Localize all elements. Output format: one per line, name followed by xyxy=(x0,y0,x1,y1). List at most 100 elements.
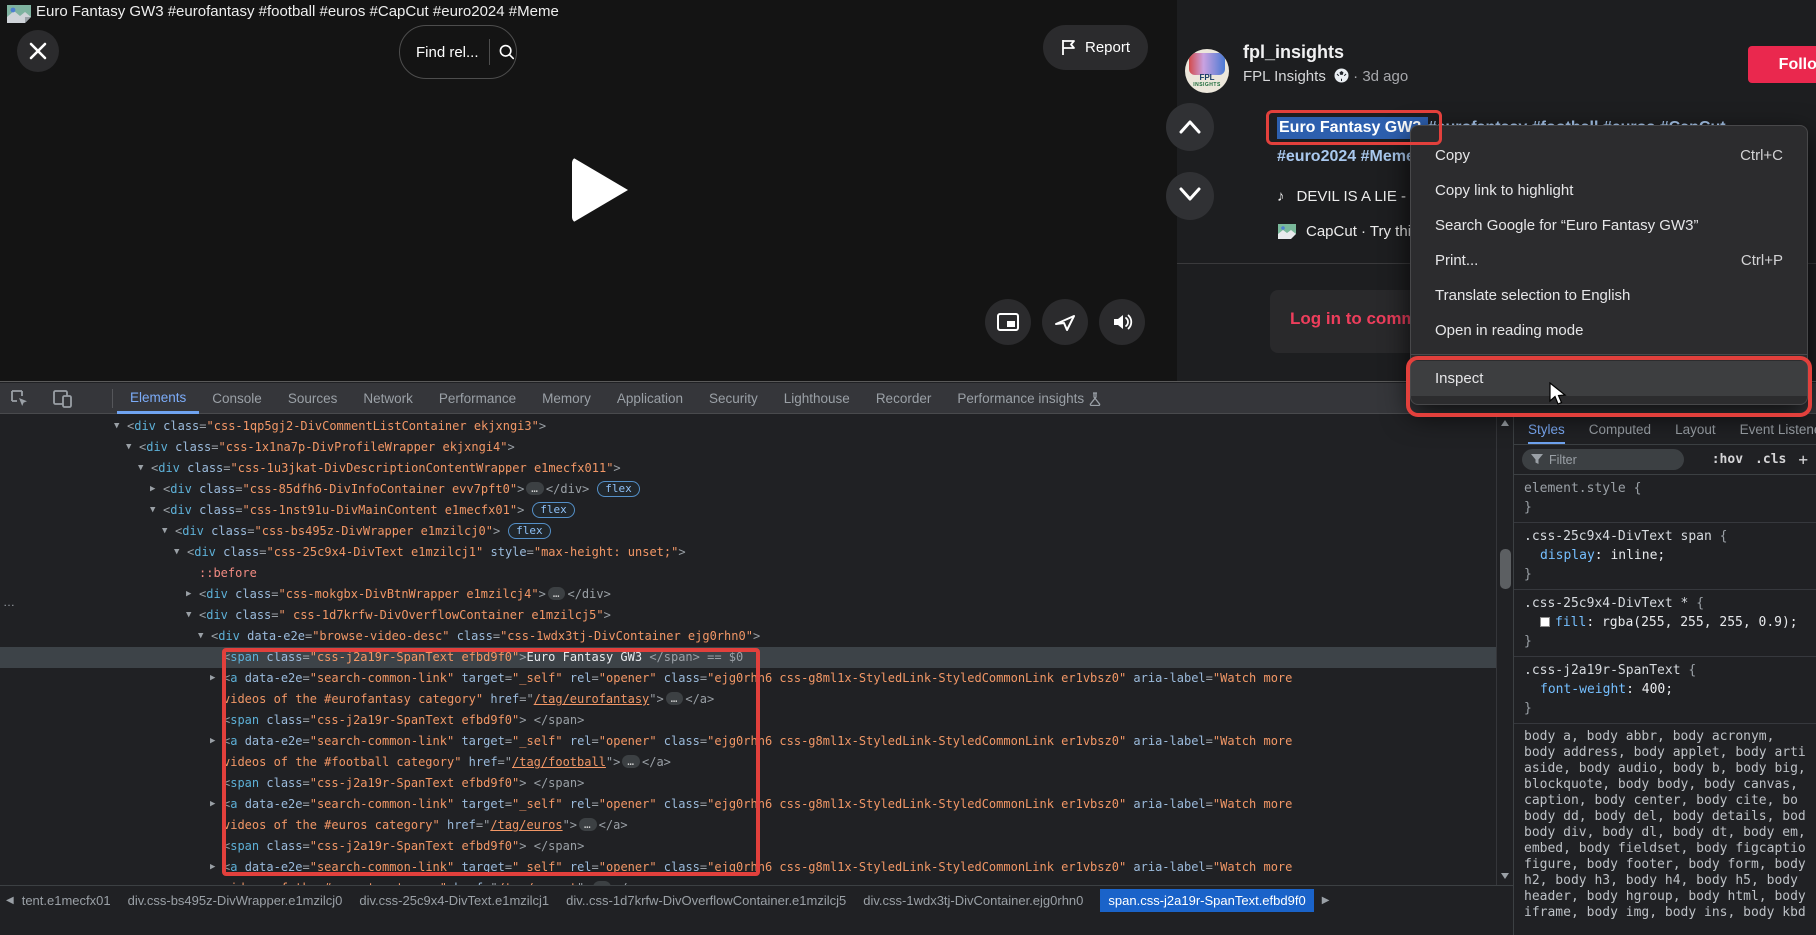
flex-badge[interactable]: flex xyxy=(508,523,551,539)
dom-row[interactable]: ▶<a data-e2e="search-common-link" target… xyxy=(0,668,1513,689)
expand-arrow-icon[interactable]: ▶ xyxy=(210,794,215,815)
dom-row[interactable]: ▶<div class="css-mokgbx-DivBtnWrapper e1… xyxy=(0,584,1513,605)
dom-tree[interactable]: ▼<div class="css-1qp5gj2-DivCommentListC… xyxy=(0,414,1513,885)
row-overflow-ellipsis[interactable]: … xyxy=(3,595,16,609)
color-swatch[interactable] xyxy=(1540,617,1550,627)
styles-filter-input[interactable]: Filter xyxy=(1522,449,1684,470)
find-related-search[interactable]: Find rel... xyxy=(399,25,517,79)
dom-row[interactable]: ::before xyxy=(0,563,1513,584)
flex-badge[interactable]: flex xyxy=(532,502,575,518)
follow-button[interactable]: Follow xyxy=(1748,46,1816,83)
scrollbar-thumb[interactable] xyxy=(1500,549,1511,589)
dom-row[interactable]: ▼<div data-e2e="browse-video-desc" class… xyxy=(0,626,1513,647)
scroll-up-arrow-icon[interactable] xyxy=(1501,420,1509,426)
theater-mode-button[interactable] xyxy=(1042,299,1088,345)
breadcrumb-item[interactable]: div.css-1wdx3tj-DivContainer.ejg0rhn0 xyxy=(863,893,1083,908)
report-button[interactable]: Report xyxy=(1043,25,1148,70)
collapse-arrow-icon[interactable]: ▼ xyxy=(174,542,179,563)
tab-network[interactable]: Network xyxy=(350,383,426,414)
music-row[interactable]: ♪DEVIL IS A LIE - xyxy=(1277,188,1406,205)
flex-badge[interactable]: flex xyxy=(597,481,640,497)
dom-row[interactable]: ▼<div class="css-1u3jkat-DivDescriptionC… xyxy=(0,458,1513,479)
dom-row[interactable]: videos of the #eurofantasy category" hre… xyxy=(0,689,1513,710)
tab-application[interactable]: Application xyxy=(604,383,696,414)
dom-row[interactable]: ▶<a data-e2e="search-common-link" target… xyxy=(0,794,1513,815)
context-menu-item-translate-selection-to-english[interactable]: Translate selection to English xyxy=(1411,278,1807,313)
collapsed-content-ellipsis[interactable]: … xyxy=(622,755,640,768)
context-menu-item-print[interactable]: Print...Ctrl+P xyxy=(1411,243,1807,278)
inspect-element-icon[interactable] xyxy=(10,389,30,409)
tab-memory[interactable]: Memory xyxy=(529,383,604,414)
expand-arrow-icon[interactable]: ▶ xyxy=(210,731,215,752)
context-menu-item-copy-link-to-highlight[interactable]: Copy link to highlight xyxy=(1411,173,1807,208)
collapse-arrow-icon[interactable]: ▼ xyxy=(186,605,191,626)
dom-row[interactable]: <span class="css-j2a19r-SpanText efbd9f0… xyxy=(0,836,1513,857)
tab-sources[interactable]: Sources xyxy=(275,383,351,414)
music-title[interactable]: DEVIL IS A LIE - xyxy=(1297,188,1407,205)
breadcrumb-item[interactable]: tent.e1mecfx01 xyxy=(22,893,111,908)
dom-row[interactable]: ▶<a data-e2e="search-common-link" target… xyxy=(0,731,1513,752)
device-toolbar-icon[interactable] xyxy=(52,389,74,409)
avatar[interactable]: FPL INSIGHTS xyxy=(1185,49,1229,93)
collapse-arrow-icon[interactable]: ▼ xyxy=(198,626,203,647)
collapse-arrow-icon[interactable]: ▼ xyxy=(114,416,119,437)
collapsed-content-ellipsis[interactable]: … xyxy=(548,587,566,600)
dom-row[interactable]: ▶<a data-e2e="search-common-link" target… xyxy=(0,857,1513,878)
miniplayer-button[interactable] xyxy=(985,299,1031,345)
css-rule[interactable]: element.style {} xyxy=(1514,475,1816,523)
dom-row[interactable]: <span class="css-j2a19r-SpanText efbd9f0… xyxy=(0,710,1513,731)
dom-row[interactable]: <span class="css-j2a19r-SpanText efbd9f0… xyxy=(0,773,1513,794)
expand-arrow-icon[interactable]: ▶ xyxy=(210,668,215,689)
dom-row[interactable]: videos of the #capcut category" href="/t… xyxy=(0,878,1513,885)
dom-row[interactable]: <span class="css-j2a19r-SpanText efbd9f0… xyxy=(0,647,1513,668)
tab-security[interactable]: Security xyxy=(696,383,771,414)
css-rule[interactable]: .css-25c9x4-DivText span {display: inlin… xyxy=(1514,523,1816,590)
play-button[interactable] xyxy=(572,157,628,223)
body-selector-block[interactable]: body a, body abbr, body acronym,body add… xyxy=(1514,724,1816,921)
styles-tab-styles[interactable]: Styles xyxy=(1528,422,1565,444)
volume-button[interactable] xyxy=(1099,299,1145,345)
collapse-arrow-icon[interactable]: ▼ xyxy=(162,521,167,542)
expand-arrow-icon[interactable]: ▶ xyxy=(150,479,155,500)
collapsed-content-ellipsis[interactable]: … xyxy=(666,692,684,705)
tab-performance-insights[interactable]: Performance insights xyxy=(944,383,1114,414)
collapse-arrow-icon[interactable]: ▼ xyxy=(138,458,143,479)
expand-arrow-icon[interactable]: ▶ xyxy=(186,584,191,605)
username[interactable]: fpl_insights xyxy=(1243,42,1344,63)
scroll-down-arrow-icon[interactable] xyxy=(1501,873,1509,879)
dom-row[interactable]: videos of the #euros category" href="/ta… xyxy=(0,815,1513,836)
hashtags-line2[interactable]: #euro2024 #Meme xyxy=(1277,148,1415,166)
toggle-hov[interactable]: :hov xyxy=(1712,452,1743,467)
search-icon[interactable] xyxy=(498,41,516,63)
dom-row[interactable]: ▼<div class="css-1nst91u-DivMainContent … xyxy=(0,500,1513,521)
dom-row[interactable]: ▼<div class=" css-1d7krfw-DivOverflowCon… xyxy=(0,605,1513,626)
expand-arrow-icon[interactable]: ▶ xyxy=(210,857,215,878)
tab-elements[interactable]: Elements xyxy=(117,383,199,414)
tab-console[interactable]: Console xyxy=(199,383,275,414)
breadcrumb-item[interactable]: span.css-j2a19r-SpanText.efbd9f0 xyxy=(1100,889,1313,912)
close-button[interactable] xyxy=(17,30,59,72)
dom-row[interactable]: ▶<div class="css-85dfh6-DivInfoContainer… xyxy=(0,479,1513,500)
tab-lighthouse[interactable]: Lighthouse xyxy=(771,383,863,414)
breadcrumb-item[interactable]: div.css-bs495z-DivWrapper.e1mzilcj0 xyxy=(128,893,343,908)
styles-tab-event-listeners[interactable]: Event Listeners xyxy=(1740,422,1816,437)
collapse-arrow-icon[interactable]: ▼ xyxy=(150,500,155,521)
context-menu-item-copy[interactable]: CopyCtrl+C xyxy=(1411,138,1807,173)
breadcrumb-scroll-right-icon[interactable]: ▶ xyxy=(1322,895,1330,906)
context-menu-item-search-google-for-euro-fantasy-gw[interactable]: Search Google for “Euro Fantasy GW3” xyxy=(1411,208,1807,243)
context-menu-item-open-in-reading-mode[interactable]: Open in reading mode xyxy=(1411,313,1807,348)
tab-performance[interactable]: Performance xyxy=(426,383,529,414)
collapsed-content-ellipsis[interactable]: … xyxy=(526,482,544,495)
css-rule[interactable]: .css-j2a19r-SpanText {font-weight: 400;} xyxy=(1514,657,1816,724)
toggle-cls[interactable]: .cls xyxy=(1755,452,1786,467)
capcut-row[interactable]: CapCut · Try this xyxy=(1277,223,1419,240)
dom-row[interactable]: ▼<div class="css-bs495z-DivWrapper e1mzi… xyxy=(0,521,1513,542)
collapsed-content-ellipsis[interactable]: … xyxy=(579,818,597,831)
dom-row[interactable]: videos of the #football category" href="… xyxy=(0,752,1513,773)
capcut-label[interactable]: CapCut · Try this xyxy=(1306,223,1419,240)
dom-row[interactable]: ▼<div class="css-1x1na7p-DivProfileWrapp… xyxy=(0,437,1513,458)
breadcrumb-item[interactable]: div.css-25c9x4-DivText.e1mzilcj1 xyxy=(359,893,549,908)
css-rule[interactable]: .css-25c9x4-DivText * {fill: rgba(255, 2… xyxy=(1514,590,1816,657)
dom-scrollbar[interactable] xyxy=(1496,414,1513,885)
styles-tab-layout[interactable]: Layout xyxy=(1675,422,1716,437)
